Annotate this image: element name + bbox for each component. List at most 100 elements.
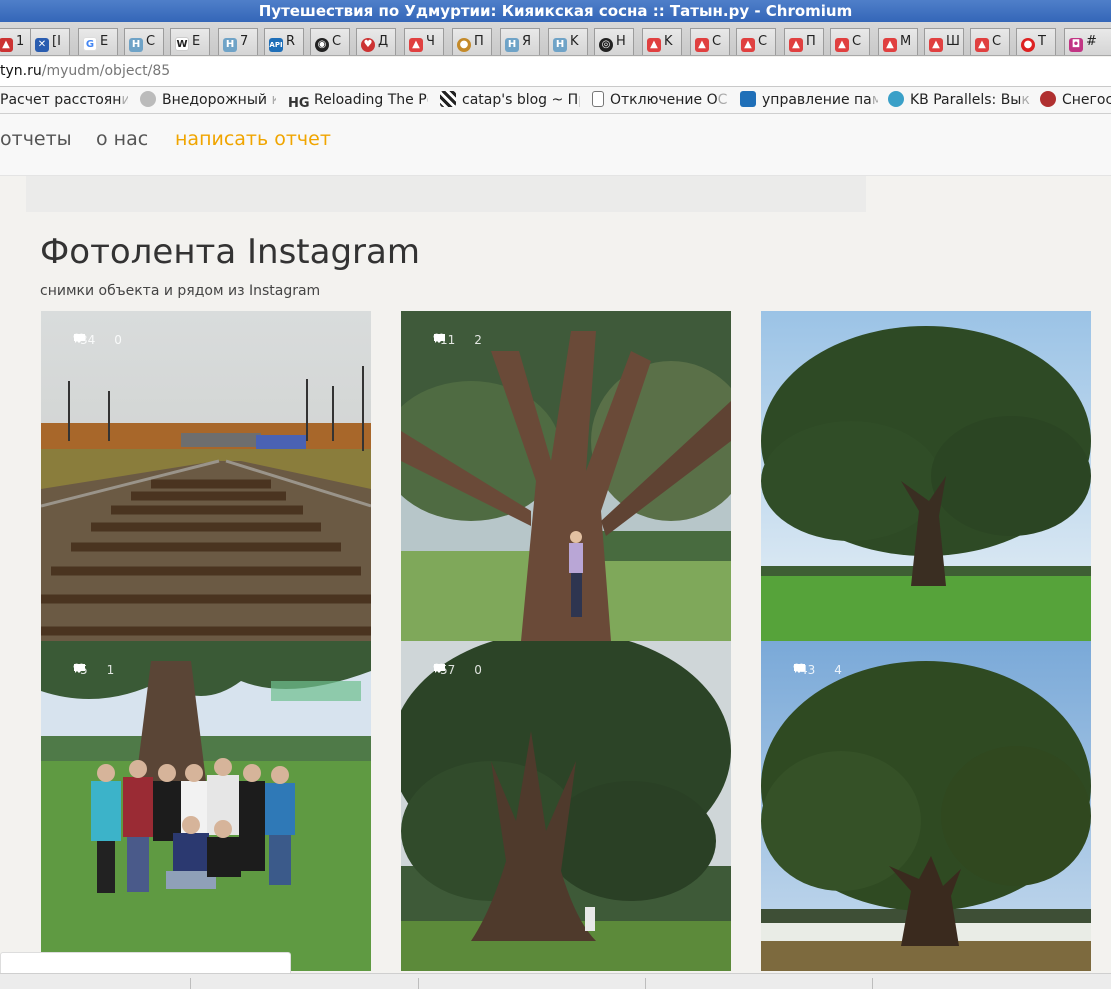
favicon-icon: ▲ xyxy=(741,38,755,52)
browser-tab[interactable]: ● П xyxy=(452,28,492,55)
instagram-icon: ◘ xyxy=(1069,38,1083,52)
instagram-photo[interactable]: 43 4 xyxy=(761,641,1091,971)
pine-snow-image xyxy=(761,641,1091,971)
bookmarks-bar: Расчет расстояни Внедорожный к HGReloadi… xyxy=(0,87,1111,114)
section-title: Фотолента Instagram xyxy=(40,232,420,272)
browser-tab[interactable]: ♥ Д xyxy=(356,28,396,55)
browser-tab[interactable]: ▲ C xyxy=(736,28,776,55)
browser-tab[interactable]: ◎ H xyxy=(594,28,634,55)
browser-tab[interactable]: ▲ П xyxy=(784,28,824,55)
github-icon: ◎ xyxy=(599,38,613,52)
bottom-panel xyxy=(0,952,291,974)
section-subtitle: снимки объекта и рядом из Instagram xyxy=(40,283,321,299)
browser-tab[interactable]: ● T xyxy=(1016,28,1056,55)
bookmark-favicon-icon xyxy=(740,91,756,107)
bookmark-favicon-icon xyxy=(1040,91,1056,107)
comments-count: 2 xyxy=(474,333,482,347)
status-divider xyxy=(645,978,646,989)
wikipedia-icon: W xyxy=(175,37,189,51)
catap-icon xyxy=(440,91,456,107)
browser-tab[interactable]: ✕ [I xyxy=(30,28,70,55)
favicon-icon: ✕ xyxy=(35,38,49,52)
url-domain: tyn.ru xyxy=(0,63,42,79)
favicon-icon: ▲ xyxy=(647,38,661,52)
window-title: Путешествия по Удмуртии: Кияикская сосна… xyxy=(0,0,1111,22)
pine-tree-image xyxy=(761,311,1091,641)
browser-tab[interactable]: WE xyxy=(170,28,210,55)
instagram-photo[interactable]: 57 0 xyxy=(401,641,731,971)
parallels-icon xyxy=(888,91,904,107)
google-icon: G xyxy=(83,37,97,51)
browser-tab[interactable]: ▲ C xyxy=(830,28,870,55)
comments-count: 0 xyxy=(474,663,482,677)
bookmark-item[interactable]: HGReloading The Pc xyxy=(288,90,428,111)
nav-about-link[interactable]: о нас xyxy=(96,128,148,150)
browser-tab[interactable]: GE xyxy=(78,28,118,55)
browser-tab[interactable]: HK xyxy=(548,28,588,55)
bookmark-item[interactable]: KB Parallels: Вык xyxy=(888,90,1030,111)
favicon-icon: ▲ xyxy=(835,38,849,52)
browser-tab[interactable]: API R xyxy=(264,28,304,55)
api-icon: API xyxy=(269,38,283,52)
browser-tab[interactable]: ▲ C xyxy=(690,28,730,55)
status-divider xyxy=(190,978,191,989)
hg-icon: HG xyxy=(288,96,310,111)
banner-placeholder xyxy=(26,176,866,212)
photo-stats: 34 0 xyxy=(73,333,134,347)
bookmark-item[interactable]: Внедорожный к xyxy=(140,90,276,111)
photo-stats: 51 xyxy=(73,663,126,677)
bookmark-item[interactable]: Отключение ОС xyxy=(592,90,728,111)
bookmark-item[interactable]: Расчет расстояни xyxy=(0,90,128,111)
favicon-icon: ▲ xyxy=(929,38,943,52)
favicon-icon: ▲ xyxy=(695,38,709,52)
browser-tab[interactable]: ▲ K xyxy=(642,28,682,55)
instagram-photo[interactable]: 34 0 xyxy=(41,311,371,641)
favicon-icon: ♥ xyxy=(361,38,375,52)
favicon-icon: ▲ xyxy=(409,38,423,52)
favicon-icon: ● xyxy=(1021,38,1035,52)
comments-count: 1 xyxy=(106,663,115,677)
status-divider xyxy=(418,978,419,989)
instagram-photo[interactable]: 11 2 xyxy=(401,311,731,641)
status-divider xyxy=(872,978,873,989)
bookmark-favicon-icon xyxy=(140,91,156,107)
favicon-icon: ● xyxy=(457,38,471,52)
browser-tab[interactable]: HЯ xyxy=(500,28,540,55)
nav-write-report-link[interactable]: написать отчет xyxy=(175,128,331,150)
browser-tab[interactable]: ▲ 1 xyxy=(0,28,34,55)
tall-pine-image xyxy=(401,641,731,971)
site-nav: отчеты о нас написать отчет xyxy=(0,114,1111,176)
pine-trunk-image xyxy=(401,311,731,641)
favicon-icon: ◉ xyxy=(315,38,329,52)
favicon-icon: H xyxy=(553,38,567,52)
favicon-icon: H xyxy=(129,38,143,52)
url-path: /myudm/object/85 xyxy=(41,63,171,79)
photo-stats: 43 4 xyxy=(793,663,854,677)
browser-tab[interactable]: ▲ M xyxy=(878,28,918,55)
favicon-icon: H xyxy=(223,38,237,52)
favicon-icon: ▲ xyxy=(883,38,897,52)
comments-count: 4 xyxy=(834,663,842,677)
favicon-icon: ▲ xyxy=(0,38,13,52)
bookmark-item[interactable]: Снегос xyxy=(1040,90,1111,111)
address-bar[interactable]: tyn.ru/myudm/object/85 xyxy=(0,57,1111,87)
instagram-photo[interactable] xyxy=(761,311,1091,641)
comments-count: 0 xyxy=(114,333,122,347)
browser-tab[interactable]: HC xyxy=(124,28,164,55)
browser-tab[interactable]: ▲ Ч xyxy=(404,28,444,55)
instagram-photo[interactable]: 51 xyxy=(41,641,371,971)
bookmark-item[interactable]: управление пам xyxy=(740,90,878,111)
browser-tab[interactable]: ▲ C xyxy=(970,28,1010,55)
browser-tab[interactable]: ◉ C xyxy=(310,28,350,55)
document-icon xyxy=(592,91,604,107)
photo-stats: 11 2 xyxy=(433,333,494,347)
photo-stats: 57 0 xyxy=(433,663,494,677)
browser-tab[interactable]: ◘ # xyxy=(1064,28,1111,55)
group-photo-image xyxy=(41,641,371,971)
browser-tab[interactable]: ▲ Ш xyxy=(924,28,964,55)
browser-tab[interactable]: H7 xyxy=(218,28,258,55)
bookmark-item[interactable]: catap's blog ~ Пр xyxy=(440,90,580,111)
status-bar xyxy=(0,973,1111,989)
favicon-icon: ▲ xyxy=(789,38,803,52)
nav-reports-link[interactable]: отчеты xyxy=(0,128,72,150)
